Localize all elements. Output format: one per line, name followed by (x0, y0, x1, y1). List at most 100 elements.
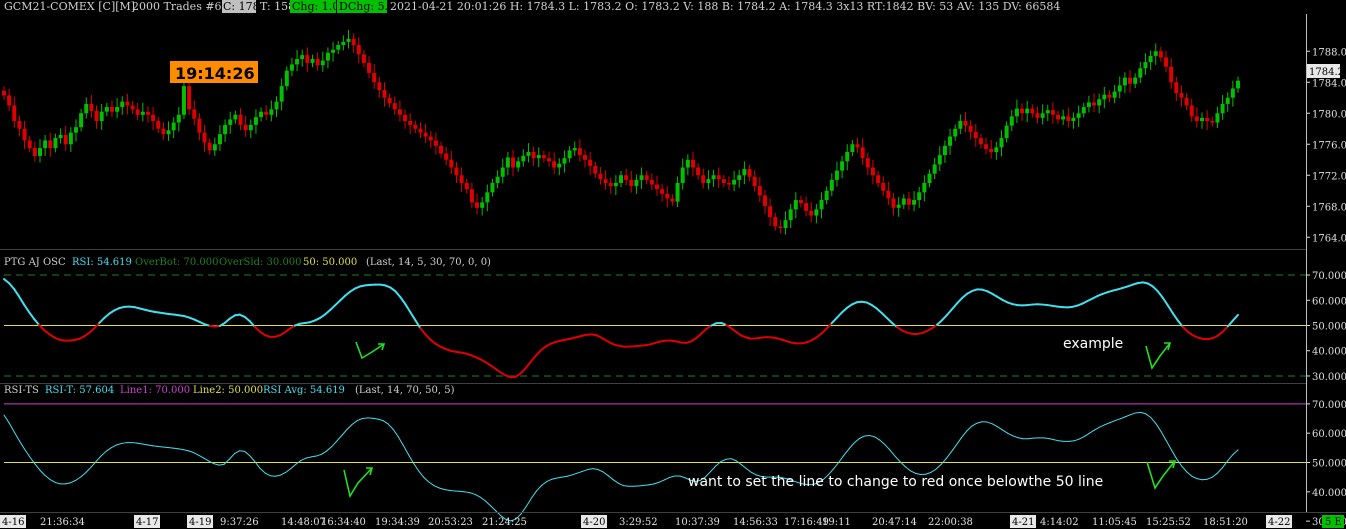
osc1-rsi: RSI: 54.619 (72, 257, 132, 268)
candle-body (588, 159, 593, 166)
candle-body (1004, 125, 1009, 139)
candle-body (922, 183, 927, 193)
candle-body (1220, 103, 1225, 114)
candle-body (351, 38, 356, 46)
candle-body (1200, 117, 1205, 121)
osc2-annotation: want to set the line to change to red on… (688, 474, 1103, 490)
osc-tick-label: 30.000 (1312, 372, 1346, 383)
candle-body (1071, 117, 1076, 121)
candle-body (716, 175, 721, 180)
osc-segment (172, 447, 179, 450)
candle-body (187, 86, 192, 110)
candle-body (711, 175, 716, 180)
candle-body (1117, 85, 1122, 92)
candle-body (742, 169, 747, 176)
candle-body (840, 161, 845, 171)
candle-body (58, 134, 63, 139)
osc-tick-label: 60.000 (1312, 429, 1346, 440)
candle-body (197, 118, 202, 133)
candle-body (1179, 93, 1184, 98)
candle-body (171, 122, 176, 131)
candle-body (978, 138, 983, 145)
candle-body (264, 111, 269, 115)
candle-body (248, 124, 253, 131)
candle-body (1153, 51, 1158, 56)
candle-body (1102, 94, 1107, 100)
candle-body (552, 161, 557, 168)
candle-body (819, 200, 824, 210)
candle-body (732, 179, 737, 185)
osc-segment (1058, 440, 1065, 442)
candle-body (521, 155, 526, 162)
time-axis[interactable]: 4-16 4-17 4-19 4-20 4-21 4-22 21:36:34 9:37:26 1… (0, 515, 1292, 528)
osc-segment (1068, 440, 1075, 442)
osc2-line2: Line2: 50.000 (193, 385, 263, 396)
candle-body (968, 125, 973, 132)
candle-body (433, 140, 438, 146)
candle-body (454, 167, 459, 176)
osc-segment (1135, 411, 1142, 414)
header-chg-badge: Chg: 1.0 (292, 0, 339, 13)
candle-body (305, 55, 310, 63)
candle-body (423, 132, 428, 137)
candle-body (469, 189, 474, 203)
candle-body (382, 90, 387, 98)
price-tick-label: 1780.0 (1312, 109, 1346, 120)
time-tick-label: 20:53:23 (428, 517, 473, 528)
osc-tick-label: 40.000 (1312, 488, 1346, 499)
current-price-label: 1784.2 (1309, 67, 1344, 78)
candle-body (649, 179, 654, 185)
osc-tick-label: 60.000 (1312, 296, 1346, 307)
candle-body (927, 173, 932, 183)
osc-segment (1027, 437, 1034, 440)
candle-body (7, 95, 12, 106)
candle-body (608, 183, 613, 187)
candle-body (228, 119, 233, 125)
candle-body (12, 105, 17, 121)
osc1-oversld: OverSld: 30.000 (219, 257, 302, 268)
candle-body (783, 220, 788, 228)
candle-body (860, 147, 865, 159)
candle-body (109, 107, 114, 112)
candle-body (973, 131, 978, 139)
candle-body (1112, 91, 1117, 98)
candle-body (120, 101, 125, 108)
candle-body (670, 198, 675, 202)
osc-tick-label: 50.000 (1312, 322, 1346, 333)
candle-body (726, 183, 731, 185)
candle-body (269, 109, 274, 115)
date-badge: 4-22 (1268, 517, 1290, 528)
osc1-params: (Last, 14, 5, 30, 70, 0, 0) (366, 257, 491, 268)
candle-body (721, 179, 726, 183)
time-tick-label: 22:00:38 (928, 517, 973, 528)
header-t: T: 158 (260, 0, 295, 13)
candle-body (1148, 55, 1153, 63)
osc1-legend: PTG AJ OSC RSI: 54.619 OverBot: 70.000 O… (4, 257, 491, 268)
candle-body (1215, 113, 1220, 123)
candle-body (896, 204, 901, 208)
candle-body (367, 62, 372, 73)
osc-tick-label: 50.000 (1312, 459, 1346, 470)
candle-body (140, 111, 145, 115)
candle-body (1020, 108, 1025, 114)
candle-body (675, 183, 680, 202)
candle-body (151, 114, 156, 121)
osc2-rsit: RSI-T: 57.604 (45, 385, 114, 396)
time-tick-label: 18:51:20 (1203, 517, 1248, 528)
candle-body (511, 157, 516, 168)
header-dchg-badge: DChg: 5.8 (339, 0, 395, 13)
candle-body (834, 170, 839, 180)
candle-body (397, 109, 402, 115)
candle-body (166, 130, 171, 135)
candle-body (1035, 113, 1040, 118)
candle-body (747, 169, 752, 177)
osc-segment (643, 484, 650, 486)
chart-canvas[interactable]: GCM21-COMEX [C][M] 2000 Trades #6 C: 178… (0, 0, 1346, 529)
candle-body (598, 173, 603, 180)
osc-segment (157, 445, 164, 448)
candle-body (1076, 113, 1081, 118)
candle-body (701, 175, 706, 183)
candle-body (1174, 82, 1179, 94)
price-tick-label: 1764.0 (1312, 233, 1346, 244)
candle-body (176, 114, 181, 123)
